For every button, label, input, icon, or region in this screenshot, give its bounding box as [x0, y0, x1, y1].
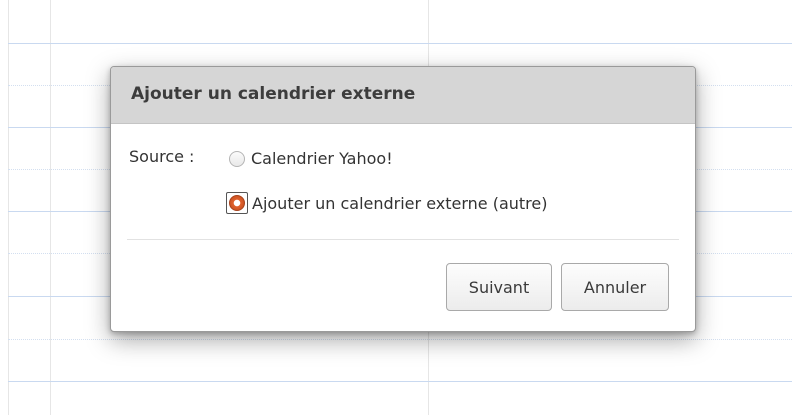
- dialog-title: Ajouter un calendrier externe: [131, 84, 416, 104]
- other-external-calendar-radio[interactable]: [229, 195, 245, 211]
- add-external-calendar-dialog: Ajouter un calendrier externe Source : C…: [110, 66, 696, 332]
- source-label: Source :: [129, 147, 195, 166]
- dialog-separator: [127, 239, 679, 240]
- grid-hour-line: [8, 43, 792, 44]
- other-external-calendar-option[interactable]: Ajouter un calendrier externe (autre): [226, 192, 547, 214]
- yahoo-calendar-radio[interactable]: [229, 150, 245, 167]
- grid-column-line: [50, 0, 51, 415]
- yahoo-calendar-option[interactable]: Calendrier Yahoo!: [229, 149, 393, 168]
- grid-hour-line: [8, 381, 792, 382]
- next-button[interactable]: Suivant: [446, 263, 552, 311]
- grid-column-line: [8, 0, 9, 415]
- yahoo-calendar-label: Calendrier Yahoo!: [251, 149, 393, 168]
- dialog-header: Ajouter un calendrier externe: [111, 67, 695, 124]
- cancel-button[interactable]: Annuler: [561, 263, 669, 311]
- radio-focus-ring: [226, 192, 248, 214]
- grid-half-hour-line: [8, 339, 792, 340]
- other-external-calendar-label: Ajouter un calendrier externe (autre): [252, 193, 548, 213]
